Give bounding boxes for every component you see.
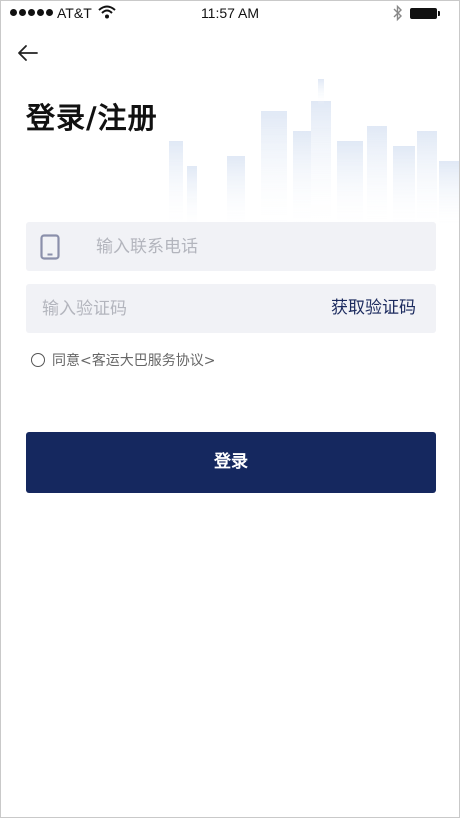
page-title: 登录/注册 xyxy=(26,101,158,135)
agreement-link[interactable]: <客运大巴服务协议> xyxy=(80,350,215,370)
status-bar: AT&T 11:57 AM xyxy=(1,1,459,27)
agreement-row: 同意 <客运大巴服务协议> xyxy=(31,350,215,370)
bluetooth-icon xyxy=(393,4,402,22)
status-time: 11:57 AM xyxy=(200,5,260,21)
get-code-button[interactable]: 获取验证码 xyxy=(331,284,416,333)
phone-input[interactable] xyxy=(96,222,426,271)
phone-field[interactable] xyxy=(26,222,436,271)
battery-icon xyxy=(410,8,440,19)
verification-code-field[interactable]: 获取验证码 xyxy=(26,284,436,333)
mobile-phone-icon xyxy=(40,234,60,260)
verification-code-input[interactable] xyxy=(42,284,302,333)
agreement-prefix: 同意 xyxy=(52,353,80,369)
city-skyline-illustration xyxy=(169,79,459,231)
login-button[interactable]: 登录 xyxy=(26,432,436,493)
phone-screen: AT&T 11:57 AM 登录/注册 输入联系电话 输入验证码 获取验证码 同… xyxy=(0,0,460,818)
back-arrow-icon[interactable] xyxy=(13,39,43,67)
agreement-checkbox[interactable] xyxy=(31,353,45,367)
